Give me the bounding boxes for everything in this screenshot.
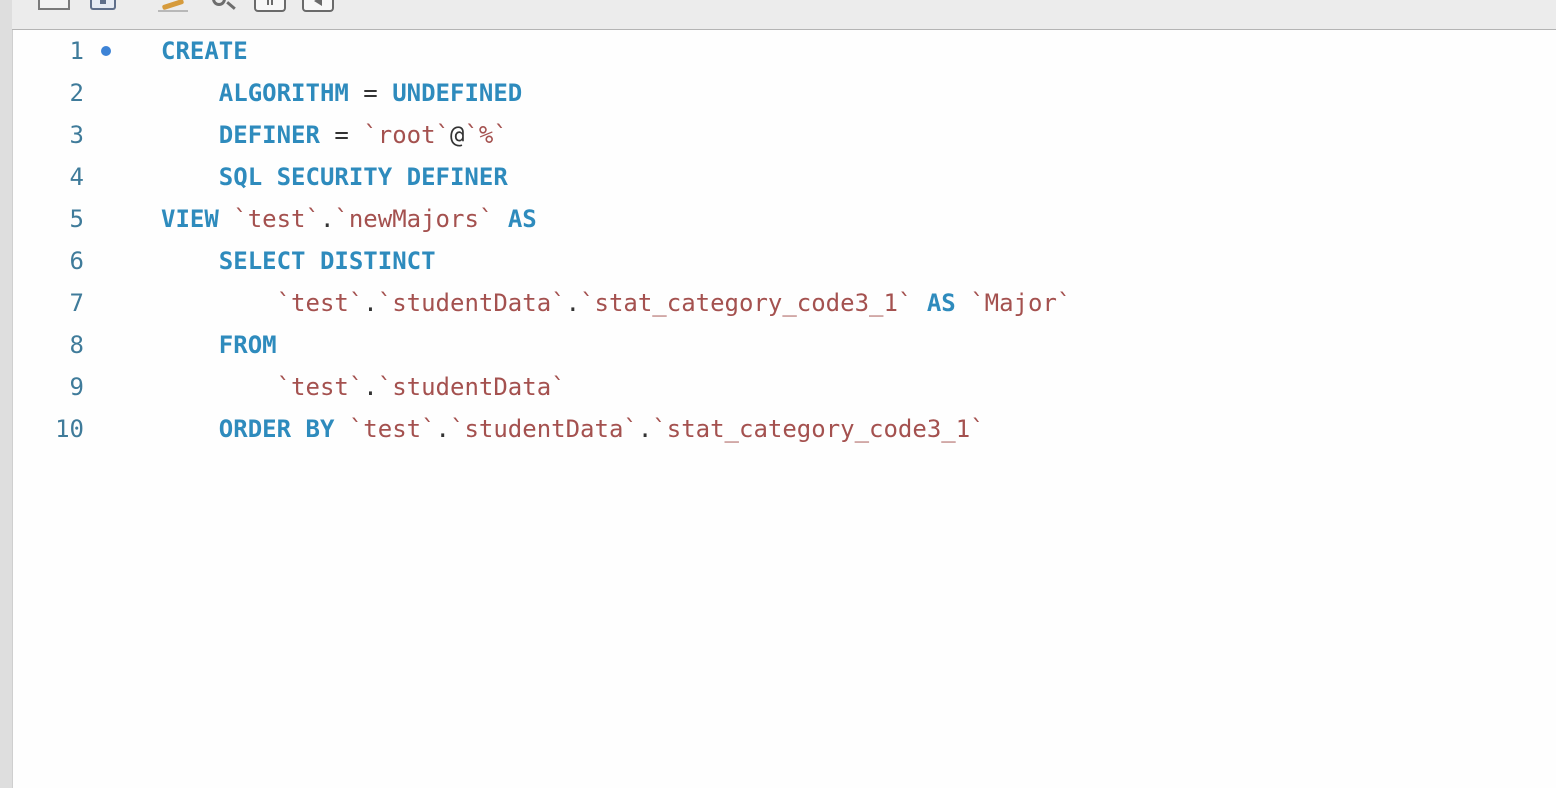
sql-identifier: `studentData` xyxy=(377,373,566,401)
line-number: 3 xyxy=(69,121,84,149)
find-icon[interactable] xyxy=(206,0,240,14)
code-text: DEFINER = `root`@`%` xyxy=(161,114,508,156)
editor-toolbar xyxy=(12,0,1556,30)
sql-keyword: CREATE xyxy=(161,37,248,65)
sql-keyword: AS xyxy=(926,289,956,317)
sql-identifier: `stat_category_code3_1` xyxy=(652,415,985,443)
sql-editor[interactable]: 1 CREATE 2 ALGORITHM = UNDEFINED 3 DEFINER … xyxy=(13,30,1556,788)
code-text: SELECT DISTINCT xyxy=(161,240,436,282)
sql-operator: = xyxy=(348,79,393,107)
sql-keyword: AS xyxy=(507,205,537,233)
sql-operator: . xyxy=(565,289,581,317)
code-text: `test`.`studentData` xyxy=(161,366,566,408)
line-number: 10 xyxy=(55,415,84,443)
code-line[interactable]: 6 SELECT DISTINCT xyxy=(13,240,1556,282)
code-text: CREATE xyxy=(161,30,248,72)
sql-keyword: ORDER BY xyxy=(218,415,335,443)
pause-icon[interactable] xyxy=(254,0,286,12)
sql-operator: @ xyxy=(450,121,465,149)
statement-marker-icon xyxy=(101,46,111,56)
sql-identifier: `studentData` xyxy=(450,415,638,443)
code-text: SQL SECURITY DEFINER xyxy=(161,156,508,198)
code-line[interactable]: 5 VIEW `test`.`newMajors` AS xyxy=(13,198,1556,240)
code-line[interactable]: 10 ORDER BY `test`.`studentData`.`stat_c… xyxy=(13,408,1556,450)
sql-operator: . xyxy=(435,415,450,443)
sql-operator: . xyxy=(363,373,378,401)
line-number: 5 xyxy=(69,205,84,233)
line-number: 4 xyxy=(69,163,84,191)
sql-keyword: DEFINER xyxy=(218,121,320,149)
beautify-icon[interactable] xyxy=(156,0,190,14)
line-number: 9 xyxy=(69,373,84,401)
left-sidebar-edge xyxy=(0,0,13,788)
back-icon[interactable] xyxy=(302,0,334,12)
save-icon[interactable] xyxy=(90,0,116,10)
line-number: 6 xyxy=(69,247,84,275)
code-line[interactable]: 2 ALGORITHM = UNDEFINED xyxy=(13,72,1556,114)
sql-operator: . xyxy=(319,205,335,233)
sql-identifier: `%` xyxy=(464,121,508,149)
sql-identifier: `newMajors` xyxy=(334,205,494,233)
sql-operator xyxy=(956,289,970,317)
sql-identifier: `stat_category_code3_1` xyxy=(580,289,913,317)
code-line[interactable]: 8 FROM xyxy=(13,324,1556,366)
code-line[interactable]: 7 `test`.`studentData`.`stat_category_co… xyxy=(13,282,1556,324)
code-line[interactable]: 3 DEFINER = `root`@`%` xyxy=(13,114,1556,156)
panel-icon[interactable] xyxy=(38,0,70,10)
sql-keyword: SQL SECURITY DEFINER xyxy=(218,163,508,191)
sql-identifier: `test` xyxy=(276,373,364,401)
code-text: ORDER BY `test`.`studentData`.`stat_cate… xyxy=(161,408,985,450)
sql-keyword: ALGORITHM xyxy=(218,79,349,107)
code-text: VIEW `test`.`newMajors` AS xyxy=(161,198,537,240)
sql-identifier: `test` xyxy=(348,415,436,443)
sql-identifier: `Major` xyxy=(970,289,1072,317)
line-number: 2 xyxy=(69,79,84,107)
sql-operator xyxy=(493,205,507,233)
sql-operator xyxy=(912,289,926,317)
sql-operator xyxy=(334,415,348,443)
sql-operator xyxy=(219,205,233,233)
code-line[interactable]: 9 `test`.`studentData` xyxy=(13,366,1556,408)
sql-identifier: `test` xyxy=(276,289,364,317)
sql-identifier: `test` xyxy=(233,205,320,233)
line-number: 8 xyxy=(69,331,84,359)
sql-keyword: UNDEFINED xyxy=(392,79,523,107)
sql-operator: . xyxy=(363,289,378,317)
sql-identifier: `root` xyxy=(363,121,451,149)
sql-operator: . xyxy=(637,415,653,443)
sql-keyword: SELECT DISTINCT xyxy=(218,247,436,275)
sql-identifier: `studentData` xyxy=(377,289,566,317)
code-line[interactable]: 4 SQL SECURITY DEFINER xyxy=(13,156,1556,198)
sql-keyword: FROM xyxy=(218,331,277,359)
line-number: 7 xyxy=(69,289,84,317)
code-text: `test`.`studentData`.`stat_category_code… xyxy=(161,282,1072,324)
code-line[interactable]: 1 CREATE xyxy=(13,30,1556,72)
code-text: FROM xyxy=(161,324,277,366)
line-number: 1 xyxy=(69,37,84,65)
code-text: ALGORITHM = UNDEFINED xyxy=(161,72,522,114)
sql-keyword: VIEW xyxy=(161,205,219,233)
sql-operator: = xyxy=(319,121,364,149)
